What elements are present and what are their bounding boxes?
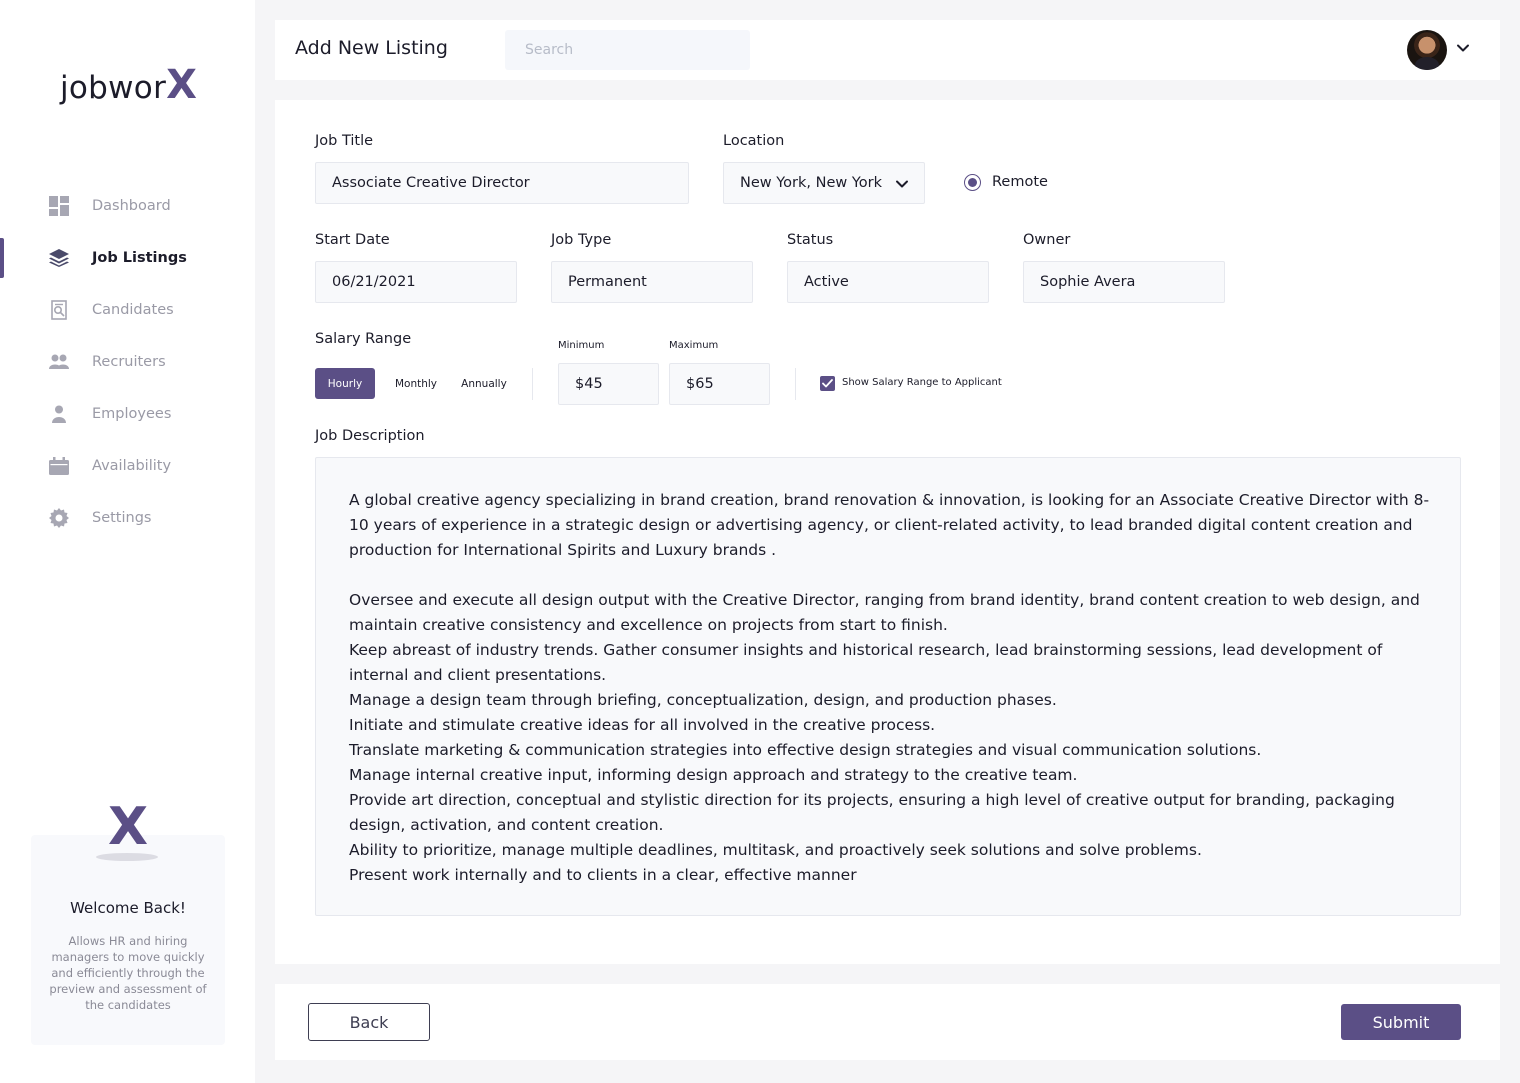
status-value: Active bbox=[804, 274, 849, 290]
description-line: Present work internally and to clients i… bbox=[349, 866, 857, 884]
sidebar-nav: Dashboard Job Listings Candidates Recrui… bbox=[0, 180, 255, 544]
sidebar-item-availability[interactable]: Availability bbox=[0, 440, 255, 492]
location-select[interactable]: New York, New York bbox=[723, 162, 925, 204]
start-date-input[interactable]: 06/21/2021 bbox=[315, 261, 517, 303]
chevron-down-icon bbox=[896, 180, 908, 188]
salary-divider bbox=[532, 368, 533, 400]
back-button[interactable]: Back bbox=[308, 1003, 430, 1041]
sidebar-item-label: Dashboard bbox=[92, 198, 171, 214]
logo-text: jobwor bbox=[60, 70, 167, 106]
chevron-down-icon[interactable] bbox=[1455, 40, 1471, 56]
logo-x: X bbox=[166, 62, 198, 108]
sidebar-item-label: Employees bbox=[92, 406, 172, 422]
dashboard-icon bbox=[48, 195, 70, 217]
job-description-textarea[interactable]: A global creative agency specializing in… bbox=[315, 457, 1461, 916]
salary-maximum-value: $65 bbox=[686, 376, 714, 392]
salary-minimum-value: $45 bbox=[575, 376, 603, 392]
description-line: Provide art direction, conceptual and st… bbox=[349, 791, 1395, 834]
avatar[interactable] bbox=[1407, 30, 1447, 70]
sidebar-item-label: Availability bbox=[92, 458, 172, 474]
job-title-label: Job Title bbox=[315, 133, 374, 149]
show-salary-checkbox[interactable] bbox=[820, 376, 835, 391]
sidebar-item-label: Recruiters bbox=[92, 354, 166, 370]
form-footer: Back Submit bbox=[275, 984, 1500, 1060]
submit-button[interactable]: Submit bbox=[1341, 1004, 1461, 1040]
sidebar-item-label: Job Listings bbox=[92, 250, 187, 266]
start-date-value: 06/21/2021 bbox=[332, 274, 416, 290]
status-label: Status bbox=[787, 232, 834, 248]
description-line: Ability to prioritize, manage multiple d… bbox=[349, 841, 1202, 859]
recruiters-icon bbox=[48, 351, 70, 373]
welcome-logo: X bbox=[107, 797, 149, 857]
sidebar: jobworX Dashboard Job Listings Candidate… bbox=[0, 0, 255, 1083]
sidebar-item-employees[interactable]: Employees bbox=[0, 388, 255, 440]
owner-value: Sophie Avera bbox=[1040, 274, 1136, 290]
job-type-input[interactable]: Permanent bbox=[551, 261, 753, 303]
show-salary-label[interactable]: Show Salary Range to Applicant bbox=[842, 377, 1002, 388]
description-line: Keep abreast of industry trends. Gather … bbox=[349, 641, 1383, 684]
owner-input[interactable]: Sophie Avera bbox=[1023, 261, 1225, 303]
salary-range-label: Salary Range bbox=[315, 331, 412, 347]
location-value: New York, New York bbox=[740, 175, 883, 191]
sidebar-item-candidates[interactable]: Candidates bbox=[0, 284, 255, 336]
gear-icon bbox=[48, 507, 70, 529]
listing-form: Job Title Associate Creative Director Lo… bbox=[275, 100, 1500, 964]
status-input[interactable]: Active bbox=[787, 261, 989, 303]
page-title: Add New Listing bbox=[295, 37, 448, 59]
job-type-label: Job Type bbox=[551, 232, 612, 248]
description-intro: A global creative agency specializing in… bbox=[349, 491, 1430, 559]
salary-period-monthly[interactable]: Monthly bbox=[385, 368, 447, 399]
description-line: Manage a design team through briefing, c… bbox=[349, 691, 1057, 709]
salary-period-hourly[interactable]: Hourly bbox=[315, 368, 375, 399]
sidebar-item-dashboard[interactable]: Dashboard bbox=[0, 180, 255, 232]
job-title-value: Associate Creative Director bbox=[332, 175, 530, 191]
salary-maximum-input[interactable]: $65 bbox=[669, 363, 770, 405]
description-line: Initiate and stimulate creative ideas fo… bbox=[349, 716, 936, 734]
description-line: Oversee and execute all design output wi… bbox=[349, 591, 1420, 634]
salary-maximum-label: Maximum bbox=[669, 340, 719, 351]
employee-icon bbox=[48, 403, 70, 425]
salary-period-annually[interactable]: Annually bbox=[455, 368, 513, 399]
sidebar-item-settings[interactable]: Settings bbox=[0, 492, 255, 544]
candidates-icon bbox=[48, 299, 70, 321]
welcome-card: X Welcome Back! Allows HR and hiring man… bbox=[31, 797, 225, 1045]
remote-radio[interactable] bbox=[964, 174, 981, 191]
job-title-input[interactable]: Associate Creative Director bbox=[315, 162, 689, 204]
owner-label: Owner bbox=[1023, 232, 1071, 248]
top-header: Add New Listing bbox=[275, 20, 1500, 80]
description-line: Translate marketing & communication stra… bbox=[349, 741, 1262, 759]
job-type-value: Permanent bbox=[568, 274, 647, 290]
salary-minimum-label: Minimum bbox=[558, 340, 605, 351]
remote-label[interactable]: Remote bbox=[992, 174, 1048, 190]
welcome-logo-shadow bbox=[96, 853, 158, 861]
welcome-text: Allows HR and hiring managers to move qu… bbox=[49, 934, 207, 1012]
salary-divider bbox=[795, 368, 796, 400]
location-label: Location bbox=[723, 133, 785, 149]
search-input[interactable] bbox=[505, 30, 750, 70]
salary-minimum-input[interactable]: $45 bbox=[558, 363, 659, 405]
start-date-label: Start Date bbox=[315, 232, 390, 248]
job-description-label: Job Description bbox=[315, 428, 425, 444]
layers-icon bbox=[48, 247, 70, 269]
jobworx-logo[interactable]: jobworX bbox=[60, 62, 197, 108]
sidebar-item-recruiters[interactable]: Recruiters bbox=[0, 336, 255, 388]
calendar-icon bbox=[48, 455, 70, 477]
sidebar-item-label: Settings bbox=[92, 510, 152, 526]
description-line: Manage internal creative input, informin… bbox=[349, 766, 1078, 784]
checkmark-icon bbox=[822, 379, 833, 388]
sidebar-item-label: Candidates bbox=[92, 302, 174, 318]
welcome-title: Welcome Back! bbox=[70, 899, 186, 917]
sidebar-item-job-listings[interactable]: Job Listings bbox=[0, 232, 255, 284]
